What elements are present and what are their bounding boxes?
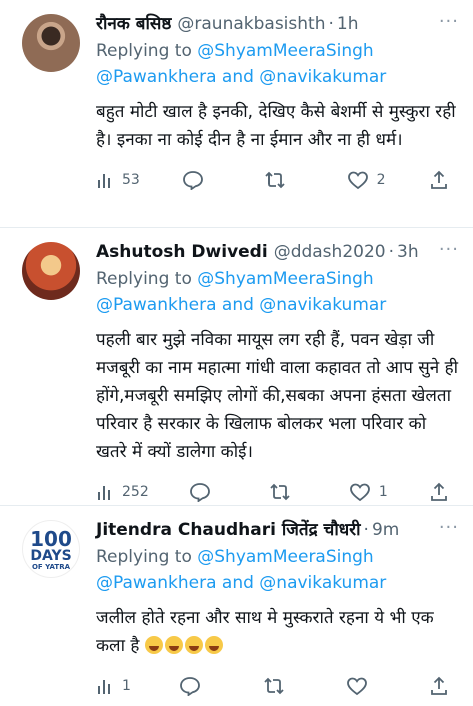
mention-link[interactable]: @ShyamMeeraSingh bbox=[197, 41, 373, 61]
retweet-button[interactable] bbox=[264, 170, 304, 190]
timestamp[interactable]: 3h bbox=[397, 240, 419, 264]
and-label: and bbox=[221, 573, 254, 593]
replying-to-label: Replying to bbox=[96, 269, 192, 289]
reply-button[interactable] bbox=[189, 482, 229, 502]
like-count: 2 bbox=[376, 172, 386, 188]
like-button[interactable] bbox=[346, 676, 386, 696]
mention-link[interactable]: @Pawankhera bbox=[96, 573, 217, 593]
avatar-text-days: DAYS bbox=[30, 548, 72, 564]
tweet-header: रौनक बसिष्ठ @raunakbasishth · 1h bbox=[96, 12, 459, 36]
mention-link[interactable]: @navikakumar bbox=[259, 573, 386, 593]
views-button[interactable]: 252 bbox=[96, 483, 149, 501]
more-options-icon[interactable]: ··· bbox=[439, 13, 459, 31]
views-count: 1 bbox=[122, 678, 131, 694]
mention-link[interactable]: @Pawankhera bbox=[96, 295, 217, 315]
like-button[interactable]: 1 bbox=[349, 482, 389, 502]
author-name[interactable]: Jitendra Chaudhari जितेंद्र चौधरी bbox=[96, 518, 361, 542]
reply-icon bbox=[189, 482, 211, 502]
separator-dot: · bbox=[328, 14, 334, 34]
share-button[interactable] bbox=[429, 482, 449, 502]
views-button[interactable]: 1 bbox=[96, 677, 136, 695]
avatar[interactable] bbox=[22, 242, 80, 300]
avatar-text-100: 100 bbox=[30, 527, 72, 551]
share-icon bbox=[429, 482, 449, 502]
separator-dot: · bbox=[388, 242, 394, 262]
and-label: and bbox=[221, 295, 254, 315]
retweet-button[interactable] bbox=[263, 676, 303, 696]
views-count: 53 bbox=[122, 172, 140, 188]
heart-icon bbox=[349, 482, 371, 502]
like-count: 1 bbox=[378, 484, 388, 500]
replying-to-label: Replying to bbox=[96, 547, 192, 567]
tweet-text: पहली बार मुझे नविका मायूस लग रही हैं, पव… bbox=[96, 330, 459, 462]
retweet-button[interactable] bbox=[269, 482, 309, 502]
retweet-icon bbox=[269, 482, 291, 502]
timestamp[interactable]: 1h bbox=[337, 12, 359, 36]
mention-link[interactable]: @ShyamMeeraSingh bbox=[197, 547, 373, 567]
tweet-text: जलील होते रहना और साथ मे मुस्कराते रहना … bbox=[96, 604, 459, 660]
laughing-emoji-icon bbox=[204, 636, 223, 654]
reply-button[interactable] bbox=[179, 676, 219, 696]
replying-to-label: Replying to bbox=[96, 41, 192, 61]
heart-icon bbox=[347, 170, 369, 190]
author-name[interactable]: रौनक बसिष्ठ bbox=[96, 12, 171, 36]
tweet-header: Ashutosh Dwivedi @ddash2020 · 3h bbox=[96, 240, 459, 264]
mention-link[interactable]: @navikakumar bbox=[259, 67, 386, 87]
heart-icon bbox=[346, 676, 368, 696]
replying-to: Replying to @ShyamMeeraSingh @Pawankhera… bbox=[96, 544, 459, 596]
avatar-text-yatra: OF YATRA bbox=[31, 563, 71, 571]
author-name[interactable]: Ashutosh Dwivedi bbox=[96, 240, 268, 264]
action-bar: 53 2 bbox=[96, 160, 459, 200]
and-label: and bbox=[221, 67, 254, 87]
views-button[interactable]: 53 bbox=[96, 171, 140, 189]
analytics-icon bbox=[96, 483, 114, 501]
action-bar: 1 bbox=[96, 666, 459, 706]
laughing-emoji-icon bbox=[184, 636, 203, 654]
tweet-3[interactable]: 100 DAYS OF YATRA Jitendra Chaudhari जित… bbox=[0, 506, 473, 700]
reply-icon bbox=[182, 170, 204, 190]
tweet-text: बहुत मोटी खाल है इनकी, देखिए कैसे बेशर्म… bbox=[96, 102, 456, 150]
mention-link[interactable]: @Pawankhera bbox=[96, 67, 217, 87]
mention-link[interactable]: @ShyamMeeraSingh bbox=[197, 269, 373, 289]
like-button[interactable]: 2 bbox=[347, 170, 387, 190]
share-button[interactable] bbox=[429, 676, 449, 696]
share-button[interactable] bbox=[429, 170, 449, 190]
tweet-1[interactable]: रौनक बसिष्ठ @raunakbasishth · 1h ··· Rep… bbox=[0, 0, 473, 228]
replying-to: Replying to @ShyamMeeraSingh @Pawankhera… bbox=[96, 38, 459, 90]
retweet-icon bbox=[263, 676, 285, 696]
reply-icon bbox=[179, 676, 201, 696]
reply-button[interactable] bbox=[182, 170, 222, 190]
retweet-icon bbox=[264, 170, 286, 190]
more-options-icon[interactable]: ··· bbox=[439, 519, 459, 537]
share-icon bbox=[429, 676, 449, 696]
laughing-emoji-icon bbox=[164, 636, 183, 654]
tweet-2[interactable]: Ashutosh Dwivedi @ddash2020 · 3h ··· Rep… bbox=[0, 228, 473, 506]
avatar[interactable]: 100 DAYS OF YATRA bbox=[22, 520, 80, 578]
analytics-icon bbox=[96, 171, 114, 189]
analytics-icon bbox=[96, 677, 114, 695]
mention-link[interactable]: @navikakumar bbox=[259, 295, 386, 315]
more-options-icon[interactable]: ··· bbox=[439, 241, 459, 259]
replying-to: Replying to @ShyamMeeraSingh @Pawankhera… bbox=[96, 266, 459, 318]
separator-dot: · bbox=[363, 520, 369, 540]
share-icon bbox=[429, 170, 449, 190]
author-handle[interactable]: @ddash2020 bbox=[274, 240, 386, 264]
tweet-header: Jitendra Chaudhari जितेंद्र चौधरी · 9m bbox=[96, 518, 459, 542]
laughing-emoji-icon bbox=[144, 636, 163, 654]
avatar[interactable] bbox=[22, 14, 80, 72]
author-handle[interactable]: @raunakbasishth bbox=[177, 12, 325, 36]
views-count: 252 bbox=[122, 484, 149, 500]
timestamp[interactable]: 9m bbox=[372, 518, 399, 542]
